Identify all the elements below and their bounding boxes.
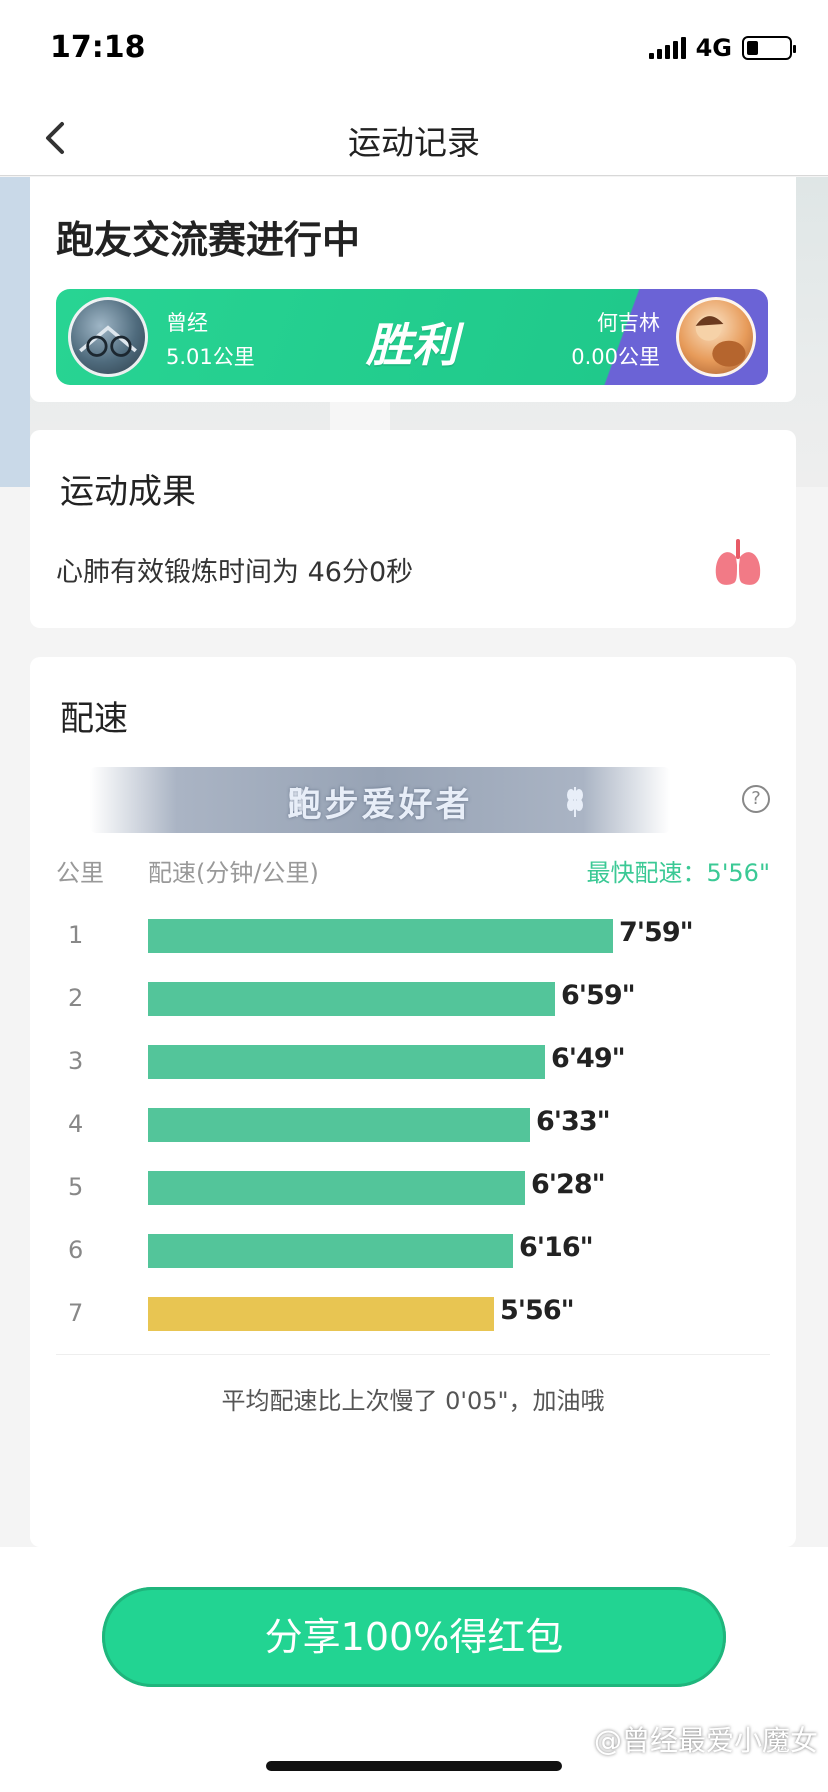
- watermark: @曾经最爱小魔女: [593, 1724, 818, 1757]
- pace-row-km: 6: [68, 1236, 84, 1264]
- home-indicator: [266, 1761, 562, 1771]
- column-pace-header: 配速(分钟/公里): [148, 859, 319, 887]
- fastest-pace-label: 最快配速：5'56": [586, 859, 770, 887]
- win-label: 胜利: [366, 318, 458, 372]
- wheat-icon: [567, 787, 583, 817]
- pace-row: 2 6'59": [30, 980, 796, 1018]
- result-card: 运动成果 心肺有效锻炼时间为 46分0秒: [30, 430, 796, 628]
- help-icon[interactable]: ?: [742, 785, 770, 813]
- pace-row: 6 6'16": [30, 1232, 796, 1270]
- signal-icon: [648, 37, 686, 59]
- pace-bar: [148, 1108, 530, 1142]
- race-card: 跑友交流赛进行中 曾经 5.01公里 胜利 何吉林 0.00公里: [30, 177, 796, 402]
- right-player-name: 何吉林: [597, 311, 660, 335]
- pace-row-km: 7: [68, 1299, 84, 1327]
- pace-card: 配速 跑步爱好者 ? 公里 配速(分钟/公里) 最快配速：5'56" 1 7'59…: [30, 657, 796, 1547]
- cardio-time-text: 心肺有效锻炼时间为 46分0秒: [56, 557, 414, 588]
- pace-row-km: 2: [68, 984, 84, 1012]
- pace-bar: [148, 919, 613, 953]
- pace-row: 5 6'28": [30, 1169, 796, 1207]
- pace-row: 7 5'56": [30, 1295, 796, 1333]
- pace-row: 3 6'49": [30, 1043, 796, 1081]
- pace-title: 配速: [60, 699, 128, 739]
- share-button[interactable]: 分享100%得红包: [102, 1587, 726, 1687]
- lungs-icon: [710, 535, 766, 591]
- status-indicators: 4G: [648, 34, 796, 62]
- pace-row-value: 6'59": [561, 980, 636, 1011]
- vs-banner[interactable]: 曾经 5.01公里 胜利 何吉林 0.00公里: [56, 289, 768, 385]
- column-km-header: 公里: [56, 859, 104, 887]
- pace-row-value: 6'33": [536, 1106, 611, 1137]
- race-title: 跑友交流赛进行中: [56, 218, 361, 262]
- bottom-area: 分享100%得红包 @曾经最爱小魔女: [0, 1547, 828, 1792]
- pace-row-km: 1: [68, 921, 84, 949]
- status-bar: 17:18 4G: [0, 0, 828, 100]
- pace-bar: [148, 1171, 525, 1205]
- runner-level-banner: 跑步爱好者: [90, 767, 670, 833]
- network-label: 4G: [695, 34, 732, 62]
- battery-icon: [742, 36, 796, 60]
- pace-row-km: 3: [68, 1047, 84, 1075]
- pace-row: 1 7'59": [30, 917, 796, 955]
- pace-row-value: 6'28": [531, 1169, 606, 1200]
- pace-row-km: 4: [68, 1110, 84, 1138]
- divider: [56, 1354, 770, 1355]
- pace-row-value: 5'56": [500, 1295, 575, 1326]
- right-player-distance: 0.00公里: [571, 345, 660, 369]
- pace-bar-fastest: [148, 1297, 494, 1331]
- status-time: 17:18: [50, 30, 146, 65]
- pace-row: 4 6'33": [30, 1106, 796, 1144]
- page-title: 运动记录: [348, 123, 480, 162]
- pace-bar: [148, 982, 555, 1016]
- pace-row-value: 6'16": [519, 1232, 594, 1263]
- result-title: 运动成果: [60, 472, 196, 512]
- nav-bar: 运动记录: [0, 100, 828, 176]
- pace-bar: [148, 1234, 513, 1268]
- right-player-avatar[interactable]: [676, 297, 756, 377]
- pace-row-value: 6'49": [551, 1043, 626, 1074]
- pace-row-value: 7'59": [619, 917, 694, 948]
- pace-bar: [148, 1045, 545, 1079]
- average-pace-note: 平均配速比上次慢了 0'05"，加油哦: [221, 1387, 605, 1415]
- pace-row-km: 5: [68, 1173, 84, 1201]
